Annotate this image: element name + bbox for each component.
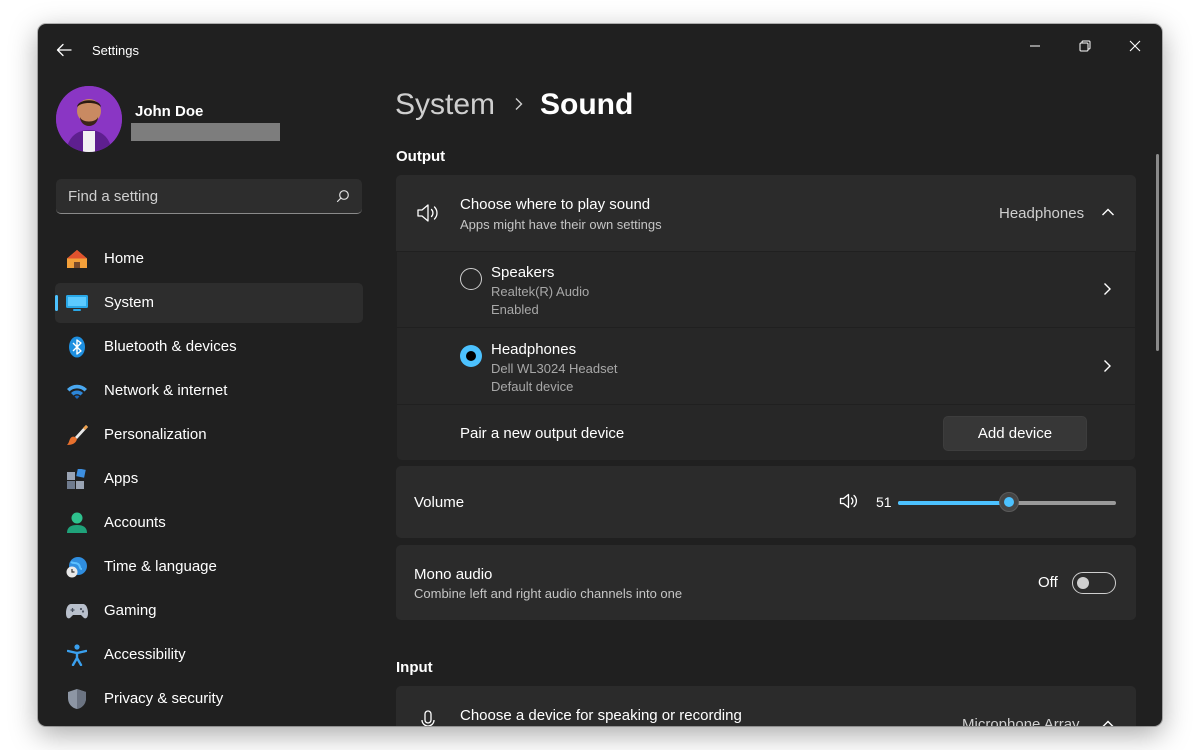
mono-audio-title: Mono audio	[414, 566, 493, 583]
device-detail: Realtek(R) Audio	[491, 284, 590, 299]
back-arrow-icon	[56, 43, 72, 57]
output-choose-subtitle: Apps might have their own settings	[460, 217, 662, 232]
sidebar-item-label: Privacy & security	[104, 690, 224, 707]
output-section-title: Output	[396, 148, 446, 165]
clock-globe-icon	[65, 556, 89, 578]
search-icon[interactable]	[336, 189, 350, 203]
sidebar-item-label: Personalization	[104, 426, 207, 443]
accounts-icon	[65, 512, 89, 534]
output-selected-device: Headphones	[999, 205, 1085, 222]
restore-button[interactable]	[1062, 30, 1108, 62]
app-title: Settings	[92, 43, 139, 58]
minimize-icon	[1030, 45, 1040, 47]
mono-audio-row: Mono audio Combine left and right audio …	[396, 545, 1136, 620]
sidebar-item-gaming[interactable]: Gaming	[55, 591, 363, 631]
add-device-button[interactable]: Add device	[943, 416, 1087, 451]
settings-window: Settings John Doe Find a setting Home Sy…	[38, 24, 1162, 726]
sidebar-item-home[interactable]: Home	[55, 239, 363, 279]
home-icon	[65, 248, 89, 270]
breadcrumb: System Sound	[395, 88, 633, 122]
sidebar-item-accounts[interactable]: Accounts	[55, 503, 363, 543]
gamepad-icon	[65, 600, 89, 622]
sidebar-item-label: Bluetooth & devices	[104, 338, 237, 355]
sidebar-nav: Home System Bluetooth & devices Network …	[55, 239, 363, 723]
volume-slider[interactable]	[898, 492, 1116, 512]
volume-row: Volume 51	[396, 466, 1136, 538]
sidebar-item-label: Time & language	[104, 558, 217, 575]
chevron-right-icon	[1104, 283, 1111, 295]
headphones-radio[interactable]	[460, 345, 482, 367]
restore-icon	[1079, 40, 1091, 52]
device-status: Enabled	[491, 302, 539, 317]
title-bar: Settings	[38, 24, 1162, 76]
chevron-up-icon	[1102, 208, 1114, 216]
sidebar-item-label: Network & internet	[104, 382, 228, 399]
volume-speaker-icon[interactable]	[839, 492, 859, 510]
device-name: Speakers	[491, 264, 555, 281]
sidebar-item-accessibility[interactable]: Accessibility	[55, 635, 363, 675]
volume-label: Volume	[414, 494, 465, 511]
chevron-right-icon	[1104, 360, 1111, 372]
volume-slider-fill	[898, 501, 1010, 505]
user-name: John Doe	[135, 103, 204, 120]
close-icon	[1129, 40, 1141, 52]
microphone-icon	[421, 710, 435, 726]
mono-audio-toggle[interactable]	[1072, 572, 1116, 594]
device-status: Default device	[491, 379, 574, 394]
shield-icon	[65, 688, 89, 710]
vertical-scrollbar[interactable]	[1156, 154, 1159, 351]
output-device-row-speakers[interactable]: Speakers Realtek(R) Audio Enabled	[397, 252, 1135, 327]
sidebar-item-network[interactable]: Network & internet	[55, 371, 363, 411]
brush-icon	[65, 424, 89, 446]
close-button[interactable]	[1112, 30, 1158, 62]
minimize-button[interactable]	[1012, 30, 1058, 62]
chevron-up-icon	[1102, 720, 1114, 726]
sidebar-item-apps[interactable]: Apps	[55, 459, 363, 499]
avatar[interactable]	[56, 86, 122, 152]
input-device-expander[interactable]: Choose a device for speaking or recordin…	[396, 686, 1136, 726]
device-name: Headphones	[491, 341, 577, 358]
search-box	[56, 179, 362, 214]
sidebar-item-privacy[interactable]: Privacy & security	[55, 679, 363, 719]
sidebar-item-personalization[interactable]: Personalization	[55, 415, 363, 455]
speaker-icon	[417, 204, 438, 222]
accessibility-icon	[65, 644, 89, 666]
input-section-title: Input	[396, 659, 433, 676]
page-title: Sound	[540, 88, 634, 121]
search-input[interactable]	[56, 179, 326, 213]
sidebar-item-label: Gaming	[104, 602, 157, 619]
back-button[interactable]	[52, 38, 76, 62]
sidebar-item-label: System	[104, 294, 155, 311]
speakers-radio[interactable]	[460, 268, 482, 290]
output-device-expander[interactable]: Choose where to play sound Apps might ha…	[396, 175, 1136, 251]
device-detail: Dell WL3024 Headset	[491, 361, 618, 376]
system-icon	[65, 292, 89, 314]
chevron-right-icon	[515, 98, 523, 110]
breadcrumb-parent-link[interactable]: System	[395, 88, 495, 121]
volume-slider-thumb[interactable]	[999, 492, 1020, 512]
wifi-icon	[65, 380, 89, 402]
sidebar-item-label: Apps	[104, 470, 139, 487]
sidebar-item-system[interactable]: System	[55, 283, 363, 323]
user-email-redacted	[131, 123, 280, 141]
pair-device-label: Pair a new output device	[460, 425, 625, 442]
volume-value: 51	[876, 494, 892, 510]
input-choose-title: Choose a device for speaking or recordin…	[460, 707, 742, 724]
sidebar-item-time-language[interactable]: Time & language	[55, 547, 363, 587]
bluetooth-icon	[65, 336, 89, 358]
output-choose-title: Choose where to play sound	[460, 196, 651, 213]
sidebar-item-label: Home	[104, 250, 145, 267]
mono-audio-subtitle: Combine left and right audio channels in…	[414, 586, 683, 601]
output-device-row-headphones[interactable]: Headphones Dell WL3024 Headset Default d…	[397, 328, 1135, 404]
sidebar-item-label: Accessibility	[104, 646, 186, 663]
mono-audio-state: Off	[1038, 574, 1058, 591]
pair-output-device-row: Pair a new output device Add device	[397, 405, 1135, 460]
sidebar-item-bluetooth[interactable]: Bluetooth & devices	[55, 327, 363, 367]
apps-icon	[65, 468, 89, 490]
avatar-photo-icon	[56, 86, 122, 152]
sidebar-item-label: Accounts	[104, 514, 166, 531]
input-selected-device: Microphone Array	[962, 716, 1080, 726]
